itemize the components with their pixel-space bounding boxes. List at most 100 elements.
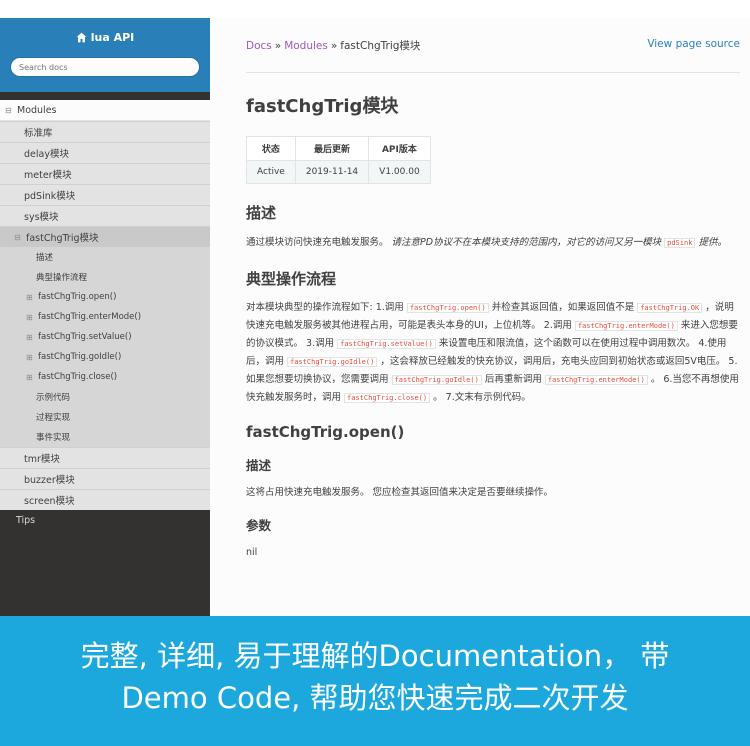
expand-icon[interactable]: ⊞ (26, 353, 34, 362)
sidebar-item-sys[interactable]: sys模块 (0, 205, 210, 226)
sidebar-item-label: buzzer模块 (24, 475, 75, 486)
section-heading-flow: 典型操作流程 (246, 270, 337, 288)
sidebar-subitem-setvalue[interactable]: ⊞ fastChgTrig.setValue() (0, 327, 210, 347)
sidebar-item-label: Tips (16, 514, 36, 526)
sidebar-subitem-process[interactable]: 过程实现 (0, 407, 210, 427)
flow-text: 后再重新调用 (481, 374, 545, 385)
inline-code: fastChgTrig.enterMode() (544, 375, 648, 385)
expand-icon[interactable]: ⊞ (26, 293, 34, 302)
sidebar-item-label: sys模块 (24, 212, 59, 223)
document-body: Docs» Modules» fastChgTrig模块 View page sou… (246, 38, 740, 561)
sidebar-subitem-open[interactable]: ⊞ fastChgTrig.open() (0, 287, 210, 307)
breadcrumb-current: fastChgTrig模块 (340, 40, 421, 52)
sidebar-subitem-flow[interactable]: 典型操作流程 (0, 267, 210, 287)
sidebar-subitem-example[interactable]: 示例代码 (0, 387, 210, 407)
subsection-heading-description: 描述 (246, 458, 272, 473)
sidebar-item-label: Modules (17, 104, 57, 116)
inline-code: pdSink (664, 238, 696, 248)
sidebar-subitem-entermode[interactable]: ⊞ fastChgTrig.enterMode() (0, 307, 210, 327)
sidebar-item-label: screen模块 (24, 496, 75, 507)
sidebar-item-label: fastChgTrig.enterMode() (38, 312, 142, 322)
breadcrumb: Docs» Modules» fastChgTrig模块 View page sou… (246, 38, 740, 54)
section-heading-open: fastChgTrig.open() (246, 423, 405, 441)
table-cell: Active (246, 160, 296, 184)
breadcrumb-separator: » (330, 40, 338, 52)
sidebar-item-label: meter模块 (24, 170, 72, 181)
sidebar-item-label: pdSink模块 (24, 191, 76, 202)
banner-line-2: Demo Code, 帮助您快速完成二次开发 (121, 681, 629, 715)
description-text: 通过模块访问快速充电触发服务。 (246, 237, 389, 248)
expand-icon[interactable]: ⊞ (26, 313, 34, 322)
description-paragraph: 通过模块访问快速充电触发服务。 请注意PD协议不在本模块支持的范围内，对它的访问… (246, 234, 740, 252)
divider (246, 72, 740, 73)
banner-line-1: 完整, 详细, 易于理解的Documentation， 带 (80, 639, 670, 673)
sidebar-item-delay[interactable]: delay模块 (0, 142, 210, 163)
inline-code: fastChgTrig.goIdle() (391, 375, 482, 385)
table-header: API版本 (368, 136, 431, 161)
table-cell: V1.00.00 (368, 160, 431, 184)
sidebar-item-modules[interactable]: ⊟ Modules (0, 100, 210, 121)
flow-paragraph: 对本模块典型的操作流程如下: 1.调用 fastChgTrig.open() 并… (246, 299, 740, 407)
version-table: 状态 最后更新 API版本 Active 2019-11-14 V1.00.00 (246, 136, 431, 184)
sidebar-subitem-close[interactable]: ⊞ fastChgTrig.close() (0, 367, 210, 387)
sidebar-item-pdsink[interactable]: pdSink模块 (0, 184, 210, 205)
breadcrumb-actions: View page source (647, 38, 740, 54)
search-input[interactable] (19, 62, 199, 72)
sidebar-subitem-events[interactable]: 事件实现 (0, 427, 210, 447)
inline-code: fastChgTrig.setValue() (337, 339, 436, 349)
sidebar-item-buzzer[interactable]: buzzer模块 (0, 468, 210, 489)
brand-label: lua API (90, 31, 135, 44)
sidebar-item-label: delay模块 (24, 149, 69, 160)
open-description: 这将占用快速充电触发服务。 您应检查其返回值来决定是否要继续操作。 (246, 487, 554, 498)
collapse-icon[interactable]: ⊟ (5, 106, 13, 115)
sidebar-header: lua API (0, 18, 210, 92)
sidebar-item-label: 示例代码 (36, 393, 71, 403)
sidebar-item-tips[interactable]: Tips (0, 510, 210, 530)
sidebar-item-label: 标准库 (24, 128, 53, 139)
collapse-icon[interactable]: ⊟ (14, 233, 22, 242)
sidebar-item-fastchgtrig[interactable]: ⊟ fastChgTrig模块 (0, 226, 210, 247)
sidebar-subitem-description[interactable]: 描述 (0, 247, 210, 267)
home-icon (76, 32, 87, 43)
breadcrumb-docs[interactable]: Docs (246, 40, 272, 52)
description-note: 请注意PD协议不在本模块支持的范围内，对它的访问又另一模块 (391, 237, 662, 248)
view-source-link[interactable]: View page source (647, 38, 740, 50)
sidebar: lua API ⊟ Modules 标准库 delay模块 meter模块 pd… (0, 18, 210, 616)
description-note-end: 提供。 (698, 237, 727, 248)
sidebar-item-label: 过程实现 (36, 413, 71, 423)
sidebar-item-label: 事件实现 (36, 433, 71, 443)
top-margin (0, 0, 750, 18)
sidebar-item-label: fastChgTrig.close() (38, 372, 118, 382)
table-header-row: 状态 最后更新 API版本 (246, 136, 431, 161)
flow-text: 对本模块典型的操作流程如下: 1.调用 (246, 302, 407, 313)
sidebar-item-label: 描述 (36, 253, 54, 263)
table-row: Active 2019-11-14 V1.00.00 (246, 160, 431, 184)
inline-code: fastChgTrig.OK (637, 303, 703, 313)
table-header: 状态 (246, 136, 296, 161)
inline-code: fastChgTrig.enterMode() (574, 321, 678, 331)
sidebar-subitem-goidle[interactable]: ⊞ fastChgTrig.goIdle() (0, 347, 210, 367)
sidebar-item-label: fastChgTrig.open() (38, 292, 117, 302)
brand-link[interactable]: lua API (76, 31, 135, 44)
inline-code: fastChgTrig.goIdle() (287, 357, 378, 367)
sidebar-item-tmr[interactable]: tmr模块 (0, 447, 210, 468)
breadcrumb-modules[interactable]: Modules (284, 40, 328, 52)
subsection-heading-params: 参数 (246, 518, 272, 533)
breadcrumb-trail: Docs» Modules» fastChgTrig模块 (246, 38, 420, 54)
sidebar-item-screen[interactable]: screen模块 (0, 489, 210, 510)
page-frame: lua API ⊟ Modules 标准库 delay模块 meter模块 pd… (0, 0, 750, 746)
sidebar-nav: ⊟ Modules 标准库 delay模块 meter模块 pdSink模块 s… (0, 100, 210, 530)
section-heading-description: 描述 (246, 204, 277, 222)
sidebar-item-meter[interactable]: meter模块 (0, 163, 210, 184)
table-cell: 2019-11-14 (294, 160, 370, 184)
expand-icon[interactable]: ⊞ (26, 333, 34, 342)
expand-icon[interactable]: ⊞ (26, 373, 34, 382)
search-box[interactable] (10, 57, 200, 77)
page-title: fastChgTrig模块 (246, 96, 399, 117)
sidebar-item-stdlib[interactable]: 标准库 (0, 121, 210, 142)
inline-code: fastChgTrig.close() (344, 393, 431, 403)
inline-code: fastChgTrig.open() (406, 303, 489, 313)
sidebar-divider (0, 92, 210, 100)
sidebar-item-label: tmr模块 (24, 454, 60, 465)
promo-banner: 完整, 详细, 易于理解的Documentation， 带 Demo Code,… (0, 616, 750, 746)
